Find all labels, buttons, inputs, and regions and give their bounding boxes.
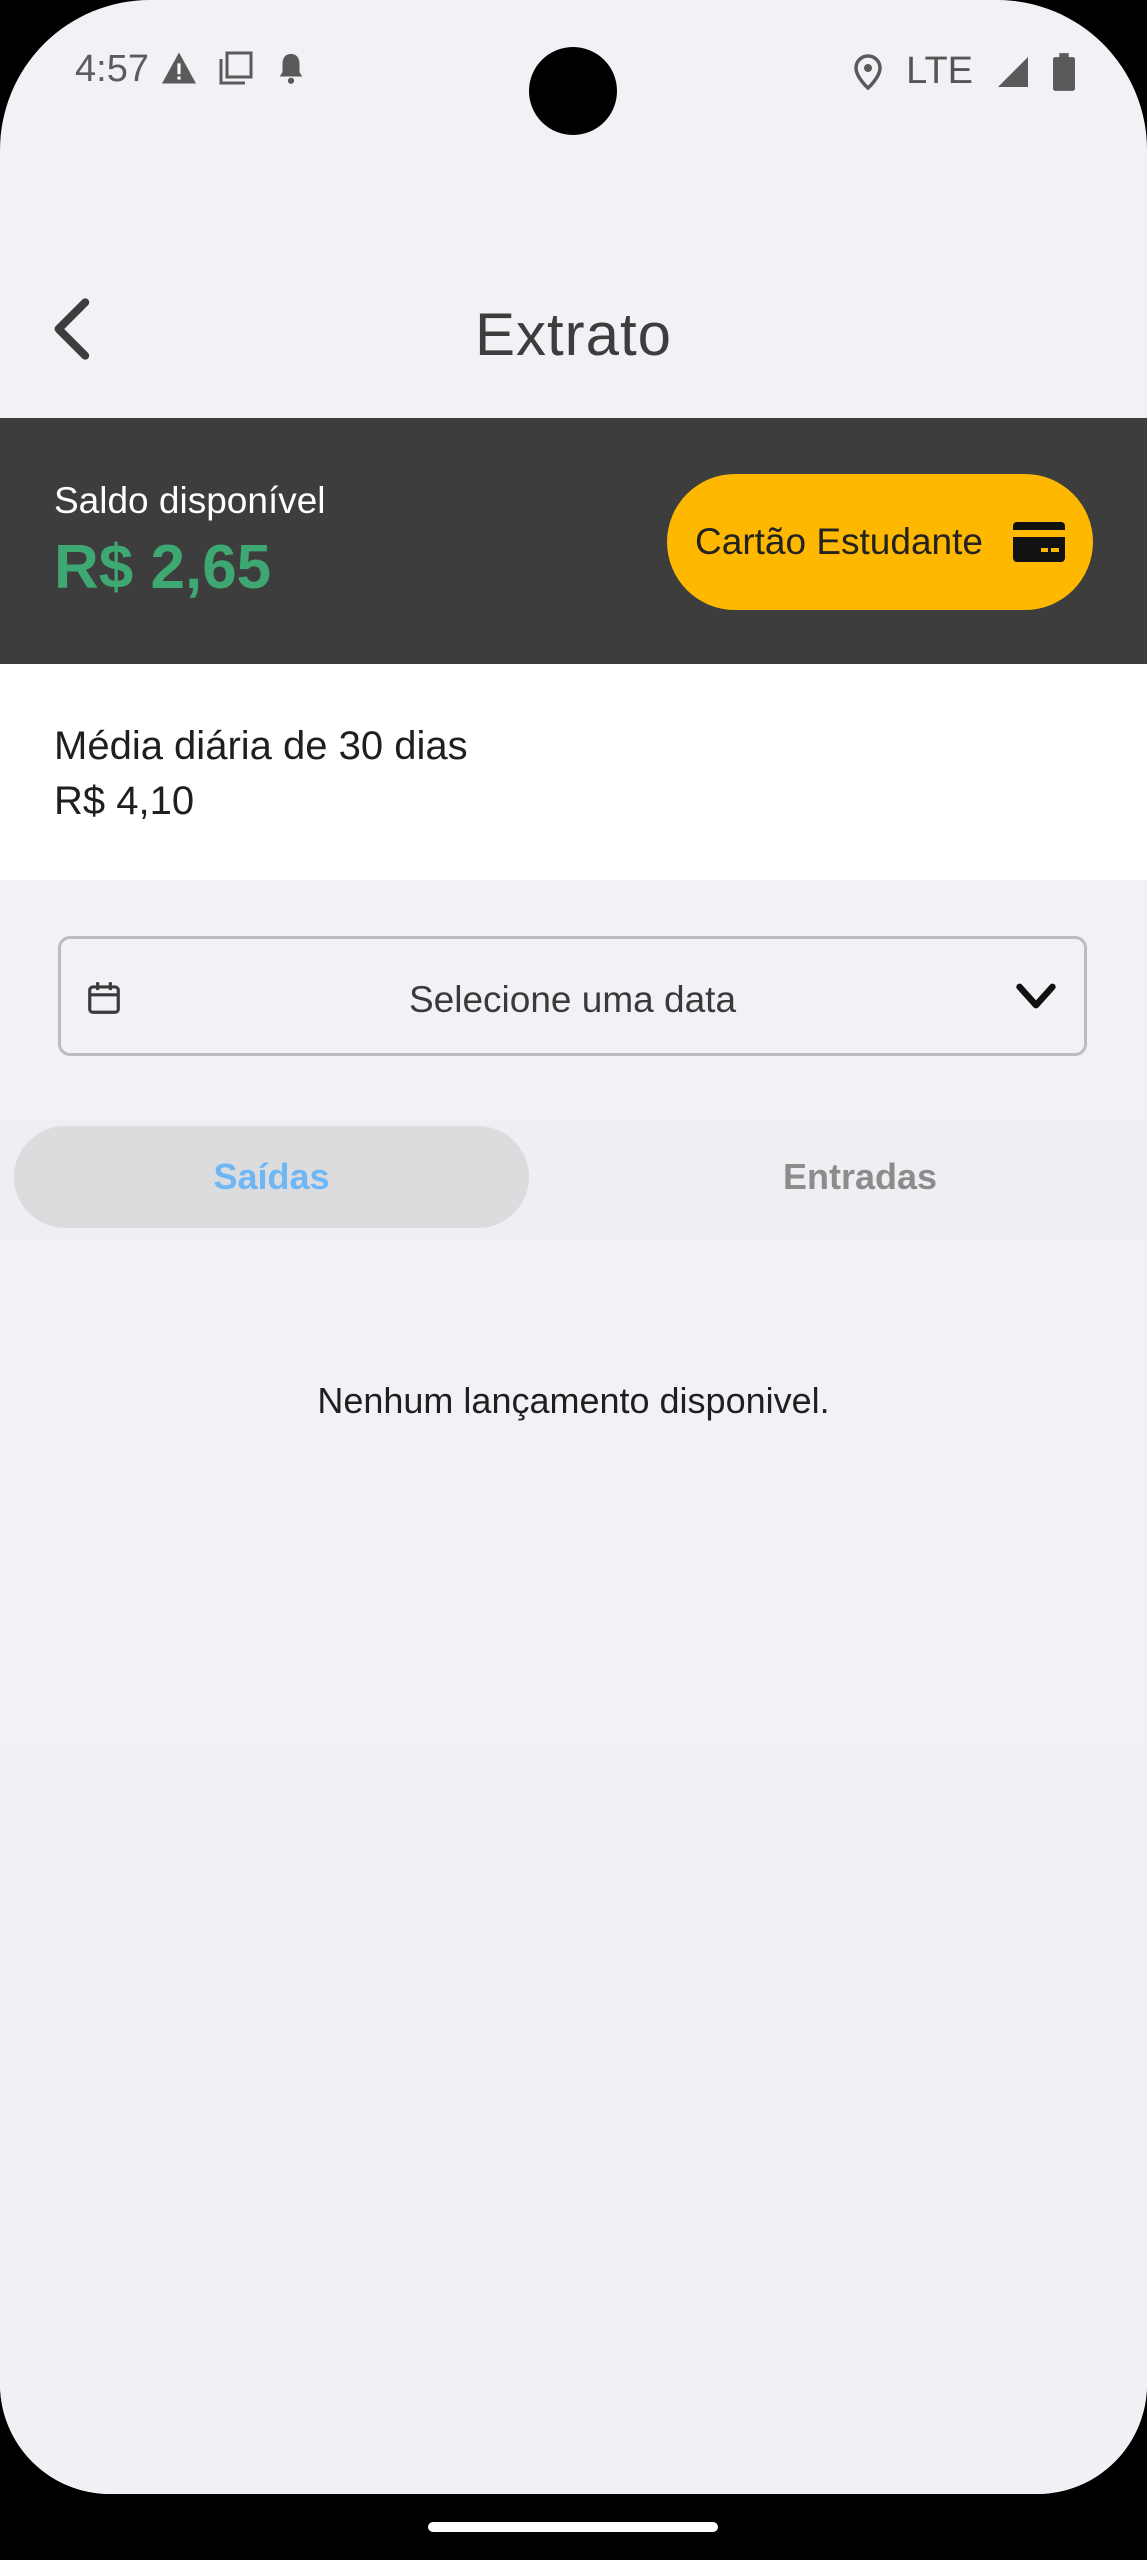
date-select[interactable]: Selecione uma data — [58, 936, 1087, 1056]
home-indicator[interactable] — [428, 2522, 718, 2532]
warning-icon — [162, 52, 196, 84]
status-icons-left — [160, 50, 308, 86]
student-card-button-label: Cartão Estudante — [695, 521, 983, 562]
credit-card-icon — [1012, 522, 1065, 562]
status-time: 4:57 — [75, 48, 149, 90]
front-camera — [529, 47, 617, 135]
transaction-tabs: Saídas Entradas — [0, 1120, 1147, 1240]
daily-average-panel: Média diária de 30 dias R$ 4,10 — [0, 664, 1147, 880]
screen: 4:57 LTE Extrato Saldo disponível R$ 2,6… — [0, 0, 1147, 2494]
transaction-list: Nenhum lançamento disponivel. — [0, 1240, 1147, 1745]
daily-average-value: R$ 4,10 — [54, 779, 195, 823]
notification-bell-icon — [279, 53, 303, 84]
balance-label: Saldo disponível — [54, 480, 326, 521]
chevron-down-icon — [1016, 983, 1056, 1009]
status-bar: 4:57 LTE — [0, 0, 1147, 140]
empty-message: Nenhum lançamento disponivel. — [317, 1380, 830, 1421]
app-bar: Extrato — [0, 260, 1147, 400]
signal-icon — [998, 56, 1028, 87]
tab-entradas[interactable]: Entradas — [600, 1126, 1120, 1228]
daily-average-label: Média diária de 30 dias — [54, 724, 468, 768]
battery-icon — [1053, 52, 1075, 91]
screenshot-icon — [219, 51, 253, 85]
status-icons-right: LTE — [852, 50, 1075, 93]
tab-saidas[interactable]: Saídas — [14, 1126, 529, 1228]
balance-panel: Saldo disponível R$ 2,65 Cartão Estudant… — [0, 418, 1147, 664]
location-icon — [854, 53, 882, 90]
content-background — [0, 1745, 1147, 2494]
page-title: Extrato — [474, 301, 673, 368]
balance-value: R$ 2,65 — [54, 533, 272, 602]
network-type: LTE — [906, 50, 973, 92]
date-select-placeholder: Selecione uma data — [408, 979, 737, 1020]
student-card-button[interactable]: Cartão Estudante — [667, 474, 1093, 610]
